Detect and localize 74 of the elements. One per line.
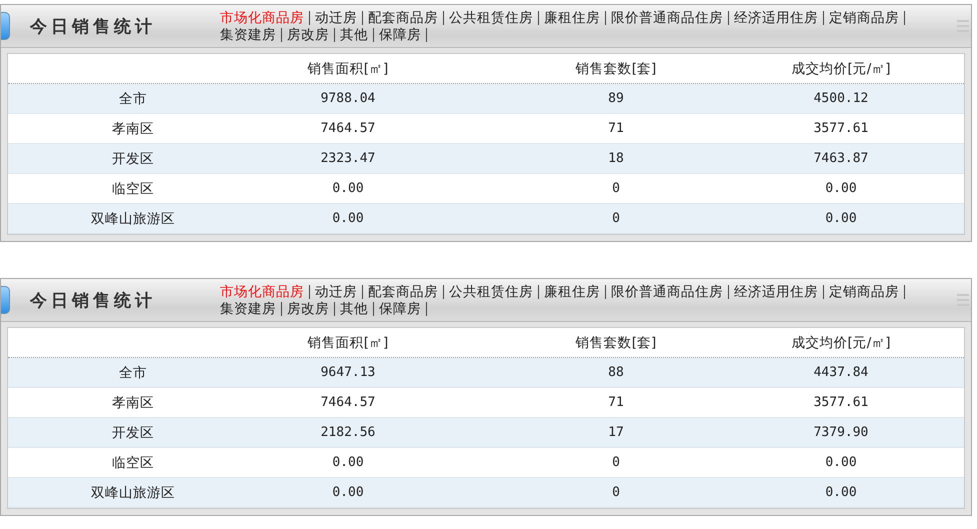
category-tab[interactable]: 其他 xyxy=(340,302,374,316)
table-cell: 临空区 xyxy=(112,180,154,198)
table-cell: 9788.04 xyxy=(320,91,376,106)
column-header: 销售面积[㎡] xyxy=(308,60,388,78)
column-header: 销售套数[套] xyxy=(576,60,656,78)
table-cell: 双峰山旅游区 xyxy=(91,484,175,502)
grip-icon[interactable] xyxy=(957,19,969,33)
table-cell: 开发区 xyxy=(112,424,154,442)
category-tab[interactable]: 限价普通商品住房 xyxy=(611,285,729,299)
table-cell: 孝南区 xyxy=(112,394,154,412)
category-tab[interactable]: 限价普通商品住房 xyxy=(611,11,729,25)
table-cell: 18 xyxy=(608,151,624,166)
table-cell: 0 xyxy=(612,211,620,226)
category-tab[interactable]: 集资建房 xyxy=(220,28,282,42)
table-cell: 71 xyxy=(608,395,624,410)
tab-marker-icon xyxy=(1,286,10,314)
column-header: 销售面积[㎡] xyxy=(308,334,388,352)
table-cell: 0 xyxy=(612,181,620,196)
category-tab[interactable]: 廉租住房 xyxy=(544,285,606,299)
category-tab[interactable]: 定销商品房 xyxy=(829,11,905,25)
table-cell: 0 xyxy=(612,485,620,500)
table-cell: 开发区 xyxy=(112,150,154,168)
table-cell: 2182.56 xyxy=(320,425,376,440)
category-tab[interactable]: 配套商品房 xyxy=(368,11,444,25)
table-cell: 7464.57 xyxy=(320,395,376,410)
category-tab[interactable]: 其他 xyxy=(340,28,374,42)
table-cell: 双峰山旅游区 xyxy=(91,210,175,228)
category-tab[interactable]: 公共租赁住房 xyxy=(449,11,539,25)
category-tab[interactable]: 廉租住房 xyxy=(544,11,606,25)
category-tab[interactable]: 经济适用住房 xyxy=(734,11,824,25)
table-cell: 3577.61 xyxy=(814,121,868,136)
category-tab[interactable]: 公共租赁住房 xyxy=(449,285,539,299)
table-cell: 0.00 xyxy=(825,485,857,500)
column-header: 销售套数[套] xyxy=(576,334,656,352)
category-tab[interactable]: 房改房 xyxy=(287,302,335,316)
table-cell: 71 xyxy=(608,121,624,136)
table-cell: 0.00 xyxy=(825,181,857,196)
panel-title: 今日销售统计 xyxy=(28,290,157,312)
table-cell: 7379.90 xyxy=(814,425,868,440)
category-tab[interactable]: 定销商品房 xyxy=(829,285,905,299)
category-tab[interactable]: 保障房 xyxy=(379,28,427,42)
table-cell: 17 xyxy=(608,425,624,440)
table-cell: 89 xyxy=(608,91,624,106)
category-tab[interactable]: 经济适用住房 xyxy=(734,285,824,299)
table-cell: 0.00 xyxy=(332,211,364,226)
column-header: 成交均价[元/㎡] xyxy=(791,60,891,78)
table-cell: 0 xyxy=(612,455,620,470)
category-tab[interactable]: 动迁房 xyxy=(315,11,363,25)
table-cell: 9647.13 xyxy=(320,365,376,380)
category-tab[interactable]: 集资建房 xyxy=(220,302,282,316)
table-cell: 4437.84 xyxy=(814,365,868,380)
table-cell: 孝南区 xyxy=(112,120,154,138)
table-cell: 3577.61 xyxy=(814,395,868,410)
tab-marker-icon xyxy=(1,12,10,40)
category-tab[interactable]: 动迁房 xyxy=(315,285,363,299)
category-tab[interactable]: 保障房 xyxy=(379,302,427,316)
column-header: 成交均价[元/㎡] xyxy=(791,334,891,352)
table-cell: 0.00 xyxy=(332,455,364,470)
table-cell: 2323.47 xyxy=(320,151,376,166)
table-cell: 7463.87 xyxy=(814,151,868,166)
grip-icon[interactable] xyxy=(957,293,969,307)
table-cell: 全市 xyxy=(119,90,147,108)
table-cell: 0.00 xyxy=(825,211,857,226)
table-cell: 7464.57 xyxy=(320,121,376,136)
table-cell: 0.00 xyxy=(332,181,364,196)
table-cell: 临空区 xyxy=(112,454,154,472)
table-cell: 0.00 xyxy=(332,485,364,500)
category-tab[interactable]: 配套商品房 xyxy=(368,285,444,299)
category-tab[interactable]: 房改房 xyxy=(287,28,335,42)
table-cell: 88 xyxy=(608,365,624,380)
table-cell: 0.00 xyxy=(825,455,857,470)
table-cell: 4500.12 xyxy=(814,91,868,106)
panel-title: 今日销售统计 xyxy=(28,16,157,38)
table-cell: 全市 xyxy=(119,364,147,382)
